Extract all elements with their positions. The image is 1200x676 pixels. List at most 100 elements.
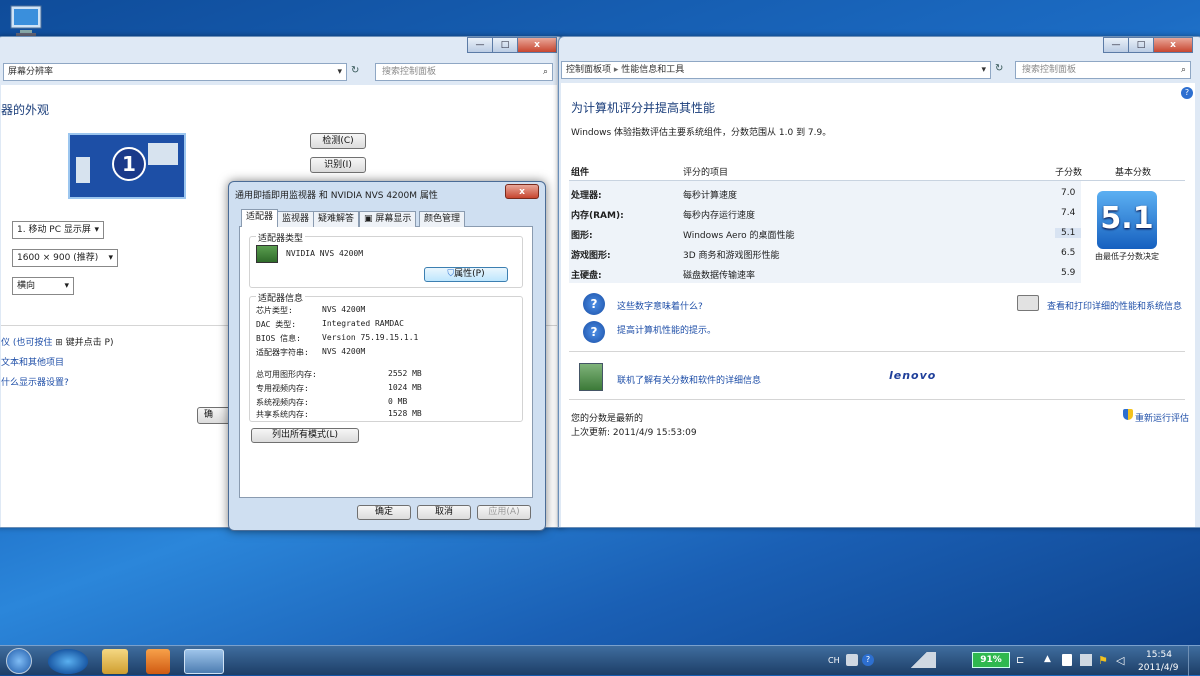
table-row: 游戏图形: 3D 商务和游戏图形性能 6.5	[571, 248, 1076, 261]
start-button[interactable]	[6, 648, 32, 674]
table-row: 图形: Windows Aero 的桌面性能 5.1	[569, 223, 1082, 243]
breadcrumb-item[interactable]: 控制面板项	[566, 65, 611, 75]
search-input[interactable]: 搜索控制面板 ⌕	[1015, 61, 1191, 79]
search-icon: ⌕	[542, 67, 548, 77]
last-update: 上次更新: 2011/4/9 15:53:09	[571, 428, 697, 438]
maximize-button[interactable]: □	[1128, 37, 1154, 53]
tab-monitor[interactable]: 监视器	[277, 211, 315, 227]
question-icon: ?	[583, 321, 605, 343]
text-size-link[interactable]: 文本和其他项目	[1, 355, 64, 368]
clock-date[interactable]: 2011/4/9	[1138, 663, 1178, 673]
memory-value: 0 MB	[388, 397, 408, 406]
show-hidden-icons[interactable]: ▲	[1044, 654, 1051, 664]
flag-icon[interactable]: ⚑	[1098, 654, 1108, 667]
tab-color-management[interactable]: 颜色管理	[419, 211, 466, 227]
memory-value: 2552 MB	[388, 369, 422, 378]
adapter-type-group: 适配器类型 NVIDIA NVS 4200M ⛉属性(P)	[249, 231, 523, 288]
control-panel-taskbar-item[interactable]	[184, 649, 224, 674]
window-preview-icon	[148, 143, 178, 165]
maximize-button[interactable]: □	[492, 37, 518, 53]
print-details-link[interactable]: 查看和打印详细的性能和系统信息	[1047, 299, 1182, 312]
col-base-score: 基本分数	[1115, 168, 1152, 178]
language-indicator[interactable]: CH	[828, 656, 840, 665]
tips-link[interactable]: 提高计算机性能的提示。	[617, 323, 716, 336]
address-bar[interactable]: 控制面板项 ▸ 性能信息和工具 ▾	[561, 61, 991, 79]
orientation-select[interactable]: 横向	[12, 277, 74, 295]
divider	[569, 351, 1185, 352]
battery-indicator[interactable]: 91%	[972, 652, 1010, 668]
refresh-icon[interactable]: ↻	[351, 65, 359, 76]
help-icon[interactable]: ?	[862, 654, 874, 666]
info-label: DAC 类型:	[256, 320, 297, 329]
keyboard-icon[interactable]	[846, 654, 858, 666]
info-value: Integrated RAMDAC	[322, 319, 404, 328]
learn-online-link[interactable]: 联机了解有关分数和软件的详细信息	[617, 373, 761, 386]
display-select[interactable]: 1. 移动 PC 显示屏	[12, 221, 104, 239]
refresh-icon[interactable]: ↻	[995, 63, 1003, 74]
tab-screen-display[interactable]: ▣ 屏幕显示	[359, 211, 417, 227]
memory-label: 专用视频内存:	[256, 384, 309, 393]
minimize-button[interactable]: —	[1103, 37, 1129, 53]
gadget-preview-icon	[76, 157, 90, 183]
divider	[569, 399, 1185, 400]
title-bar: — □ x	[0, 37, 563, 65]
breadcrumb-item[interactable]: 性能信息和工具	[621, 65, 684, 75]
show-desktop-button[interactable]	[1188, 646, 1200, 676]
close-button[interactable]: x	[1153, 37, 1193, 53]
group-label: 适配器类型	[256, 231, 306, 244]
cancel-button[interactable]: 取消	[417, 505, 471, 520]
memory-label: 共享系统内存:	[256, 410, 309, 419]
explorer-icon[interactable]	[102, 649, 128, 674]
signal-icon[interactable]	[902, 652, 936, 668]
info-label: 适配器字符串:	[256, 348, 309, 357]
power-plug-icon[interactable]: ⊏	[1016, 655, 1024, 666]
dialog-title: 通用即插即用监视器 和 NVIDIA NVS 4200M 属性	[235, 191, 438, 201]
minimize-button[interactable]: —	[467, 37, 493, 53]
memory-label: 总可用图形内存:	[256, 370, 317, 379]
action-center-icon[interactable]	[1062, 654, 1072, 666]
close-button[interactable]: x	[505, 184, 539, 199]
dropdown-arrow-icon[interactable]: ▾	[337, 64, 342, 80]
page-title: 器的外观	[1, 103, 50, 117]
close-button[interactable]: x	[517, 37, 557, 53]
display-settings-link[interactable]: 什么显示器设置?	[1, 375, 69, 388]
main-content: ? 为计算机评分并提高其性能 Windows 体验指数评估主要系统组件，分数范围…	[561, 83, 1195, 527]
table-row: 主硬盘: 磁盘数据传输速率 5.9	[571, 268, 1076, 281]
memory-label: 系统视频内存:	[256, 398, 309, 407]
software-box-icon	[579, 363, 603, 391]
tab-troubleshoot[interactable]: 疑难解答	[313, 211, 360, 227]
meaning-link[interactable]: 这些数字意味着什么?	[617, 299, 703, 312]
search-icon: ⌕	[1180, 65, 1186, 75]
page-title: 为计算机评分并提高其性能	[571, 101, 716, 115]
info-value: NVS 4200M	[322, 305, 366, 314]
address-bar[interactable]: 屏幕分辨率 ▾	[3, 63, 347, 81]
ie-icon[interactable]	[48, 649, 88, 674]
identify-button[interactable]: 识别(I)	[310, 157, 366, 173]
detect-button[interactable]: 检测(C)	[310, 133, 366, 149]
properties-button[interactable]: ⛉属性(P)	[424, 267, 508, 282]
list-all-modes-button[interactable]: 列出所有模式(L)	[251, 428, 359, 443]
volume-icon[interactable]: ◁	[1116, 654, 1124, 667]
taskbar: CH ? 91% ⊏ ▲ ⚑ ◁ 15:54 2011/4/9	[0, 645, 1200, 676]
resolution-select[interactable]: 1600 × 900 (推荐)	[12, 249, 118, 267]
base-score-badge: 5.1	[1097, 191, 1157, 249]
ok-button[interactable]: 确定	[357, 505, 411, 520]
apply-button[interactable]: 应用(A)	[477, 505, 531, 520]
page-subtitle: Windows 体验指数评估主要系统组件，分数范围从 1.0 到 7.9。	[571, 128, 832, 138]
tab-adapter[interactable]: 适配器	[241, 209, 279, 227]
group-label: 适配器信息	[256, 291, 306, 304]
display-properties-dialog: 通用即插即用监视器 和 NVIDIA NVS 4200M 属性 x 适配器 监视…	[228, 181, 546, 531]
status-text: 您的分数是最新的	[571, 414, 644, 424]
search-input[interactable]: 搜索控制面板 ⌕	[375, 63, 553, 81]
breadcrumb[interactable]: 屏幕分辨率	[8, 67, 53, 77]
monitor-preview[interactable]: 1	[68, 133, 186, 199]
base-score-caption: 由最低子分数决定	[1095, 252, 1159, 261]
network-icon[interactable]	[1080, 654, 1092, 666]
adapter-name: NVIDIA NVS 4200M	[286, 249, 364, 258]
rerun-assessment-link[interactable]: 重新运行评估	[1135, 411, 1189, 424]
lenovo-logo: lenovo	[889, 369, 937, 382]
score-table: 组件 评分的项目 子分数 基本分数 处理器: 每秒计算速度 7.0 内存(RAM):…	[569, 159, 1185, 283]
media-player-icon[interactable]	[146, 649, 170, 674]
clock-time[interactable]: 15:54	[1146, 650, 1172, 660]
help-icon[interactable]: ?	[1181, 87, 1193, 99]
